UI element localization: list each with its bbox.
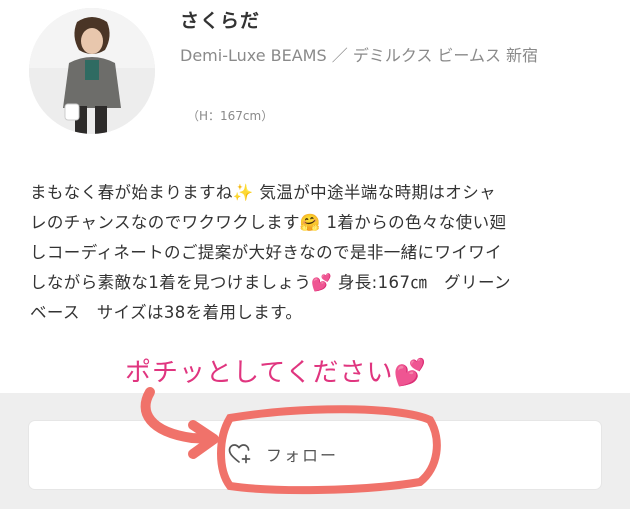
follow-button-label: フォロー (266, 446, 339, 465)
bio-line: ベース サイズは38を着用します。 (30, 303, 303, 322)
profile-name: さくらだ (180, 10, 261, 32)
bio-line: しコーディネートのご提案が大好きなので是非一緒にワイワイ (30, 243, 503, 262)
profile-bio: まもなく春が始まりますね✨ 気温が中途半端な時期はオシャ レのチャンスなのでワク… (30, 178, 615, 328)
bio-line: レのチャンスなのでワクワクします🤗 1着からの色々な使い廻 (30, 213, 507, 232)
annotation-text: ポチッとしてください💕 (125, 358, 427, 388)
bio-line: しながら素敵な1着を見つけましょう💕 身長:167㎝ グリーン (30, 273, 511, 292)
heart-plus-icon (228, 443, 252, 465)
follow-button-content[interactable]: フォロー (228, 442, 338, 466)
store-name: Demi-Luxe BEAMS ／ デミルクス ビームス 新宿 (180, 46, 539, 65)
avatar (29, 8, 155, 134)
staff-height: （H：167cm） (187, 109, 274, 123)
bio-line: まもなく春が始まりますね✨ 気温が中途半端な時期はオシャ (30, 183, 496, 202)
